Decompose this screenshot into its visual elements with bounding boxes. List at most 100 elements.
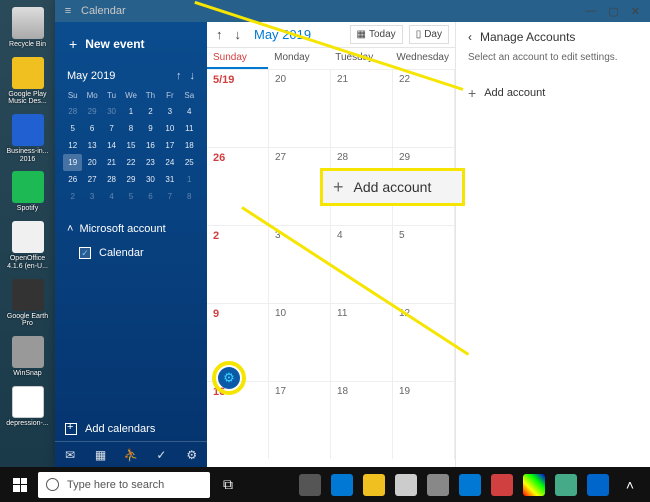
- calendar-cell[interactable]: 22: [393, 69, 455, 147]
- mini-day[interactable]: 2: [141, 103, 160, 120]
- account-calendar-item[interactable]: ✓ Calendar: [65, 241, 197, 265]
- mini-day[interactable]: 5: [63, 120, 82, 137]
- mini-next-icon[interactable]: ↓: [190, 70, 196, 82]
- mini-day[interactable]: 22: [121, 154, 140, 171]
- mini-day[interactable]: 11: [180, 120, 199, 137]
- mini-day[interactable]: 27: [82, 171, 101, 188]
- mini-day[interactable]: 6: [82, 120, 101, 137]
- mini-day[interactable]: 12: [63, 137, 82, 154]
- calendar-cell[interactable]: 21: [331, 69, 393, 147]
- mini-day[interactable]: 2: [63, 188, 82, 205]
- today-button[interactable]: ▦ Today: [350, 25, 403, 44]
- mini-day[interactable]: 6: [141, 188, 160, 205]
- mini-day[interactable]: 10: [160, 120, 179, 137]
- mini-day[interactable]: 7: [160, 188, 179, 205]
- calendar-cell[interactable]: 3: [269, 225, 331, 303]
- desktop-icon[interactable]: WinSnap: [4, 336, 52, 378]
- mini-day[interactable]: 30: [141, 171, 160, 188]
- mini-day[interactable]: 13: [82, 137, 101, 154]
- mini-day[interactable]: 26: [63, 171, 82, 188]
- settings-icon[interactable]: ⚙: [185, 448, 199, 462]
- minimize-button[interactable]: —: [585, 5, 596, 18]
- mini-day[interactable]: 3: [160, 103, 179, 120]
- mini-day[interactable]: 14: [102, 137, 121, 154]
- todo-icon[interactable]: ✓: [154, 448, 168, 462]
- mini-prev-icon[interactable]: ↑: [176, 70, 182, 82]
- mini-day[interactable]: 16: [141, 137, 160, 154]
- taskbar-app[interactable]: [520, 471, 548, 499]
- taskbar-app[interactable]: [296, 471, 324, 499]
- taskbar-app[interactable]: [552, 471, 580, 499]
- mini-day[interactable]: 23: [141, 154, 160, 171]
- mini-day[interactable]: 17: [160, 137, 179, 154]
- calendar-cell[interactable]: 26: [207, 147, 269, 225]
- day-view-button[interactable]: ▯ Day: [409, 25, 449, 44]
- calendar-cell[interactable]: 20: [269, 69, 331, 147]
- mini-day[interactable]: 15: [121, 137, 140, 154]
- calendar-cell[interactable]: 10: [269, 303, 331, 381]
- mini-day[interactable]: 19: [63, 154, 82, 171]
- taskbar-app[interactable]: [456, 471, 484, 499]
- mini-month-label[interactable]: May 2019: [67, 70, 115, 82]
- taskbar-search[interactable]: Type here to search: [38, 472, 210, 498]
- mini-day[interactable]: 4: [180, 103, 199, 120]
- calendar-cell[interactable]: 17: [269, 381, 331, 459]
- calendar-cell[interactable]: 18: [331, 381, 393, 459]
- calendar-cell[interactable]: 2: [207, 225, 269, 303]
- desktop-icon[interactable]: depression-...: [4, 386, 52, 428]
- mail-icon[interactable]: ✉: [63, 448, 77, 462]
- next-week-icon[interactable]: ↓: [232, 27, 245, 42]
- mini-day[interactable]: 20: [82, 154, 101, 171]
- calendar-cell[interactable]: 5: [393, 225, 455, 303]
- close-button[interactable]: ✕: [631, 5, 640, 18]
- desktop-icon[interactable]: Business-in... 2016: [4, 114, 52, 163]
- start-button[interactable]: [6, 471, 34, 499]
- mini-day[interactable]: 31: [160, 171, 179, 188]
- desktop-icon[interactable]: Spotify: [4, 171, 52, 213]
- mini-day[interactable]: 3: [82, 188, 101, 205]
- menu-icon[interactable]: ≡: [61, 5, 75, 17]
- mini-day[interactable]: 18: [180, 137, 199, 154]
- taskbar-app[interactable]: [328, 471, 356, 499]
- mini-day[interactable]: 28: [102, 171, 121, 188]
- account-header[interactable]: ˄ Microsoft account: [65, 217, 197, 241]
- add-calendars-button[interactable]: Add calendars: [65, 423, 155, 435]
- mini-day[interactable]: 1: [121, 103, 140, 120]
- task-view-icon[interactable]: ⧉: [214, 471, 242, 499]
- taskbar-app[interactable]: [584, 471, 612, 499]
- checkbox-checked-icon[interactable]: ✓: [79, 247, 91, 259]
- taskbar-app[interactable]: [488, 471, 516, 499]
- calendar-cell[interactable]: 11: [331, 303, 393, 381]
- desktop-icon[interactable]: OpenOffice 4.1.6 (en-U...: [4, 221, 52, 270]
- calendar-icon[interactable]: ▦: [94, 448, 108, 462]
- desktop-icon[interactable]: Google Earth Pro: [4, 279, 52, 328]
- tray-up-icon[interactable]: ˄: [616, 471, 644, 499]
- people-icon[interactable]: ⛹: [124, 448, 138, 462]
- taskbar-app[interactable]: [392, 471, 420, 499]
- desktop-icon[interactable]: Recycle Bin: [4, 7, 52, 49]
- mini-day[interactable]: 7: [102, 120, 121, 137]
- taskbar-app[interactable]: [424, 471, 452, 499]
- mini-day[interactable]: 29: [121, 171, 140, 188]
- mini-day[interactable]: 4: [102, 188, 121, 205]
- mini-day[interactable]: 24: [160, 154, 179, 171]
- calendar-cell[interactable]: 19: [393, 381, 455, 459]
- mini-day[interactable]: 8: [180, 188, 199, 205]
- mini-day[interactable]: 5: [121, 188, 140, 205]
- taskbar-app[interactable]: [360, 471, 388, 499]
- back-icon[interactable]: ‹: [468, 30, 472, 44]
- mini-day[interactable]: 21: [102, 154, 121, 171]
- mini-day[interactable]: 28: [63, 103, 82, 120]
- calendar-cell[interactable]: 16: [207, 381, 269, 459]
- mini-day[interactable]: 8: [121, 120, 140, 137]
- new-event-button[interactable]: + New event: [55, 22, 207, 66]
- desktop-icon[interactable]: Google Play Music Des...: [4, 57, 52, 106]
- mini-day[interactable]: 30: [102, 103, 121, 120]
- mini-day[interactable]: 29: [82, 103, 101, 120]
- maximize-button[interactable]: ▢: [608, 5, 618, 18]
- mini-day[interactable]: 9: [141, 120, 160, 137]
- calendar-cell[interactable]: 4: [331, 225, 393, 303]
- mini-day[interactable]: 25: [180, 154, 199, 171]
- calendar-cell[interactable]: 5/19: [207, 69, 269, 147]
- mini-day[interactable]: 1: [180, 171, 199, 188]
